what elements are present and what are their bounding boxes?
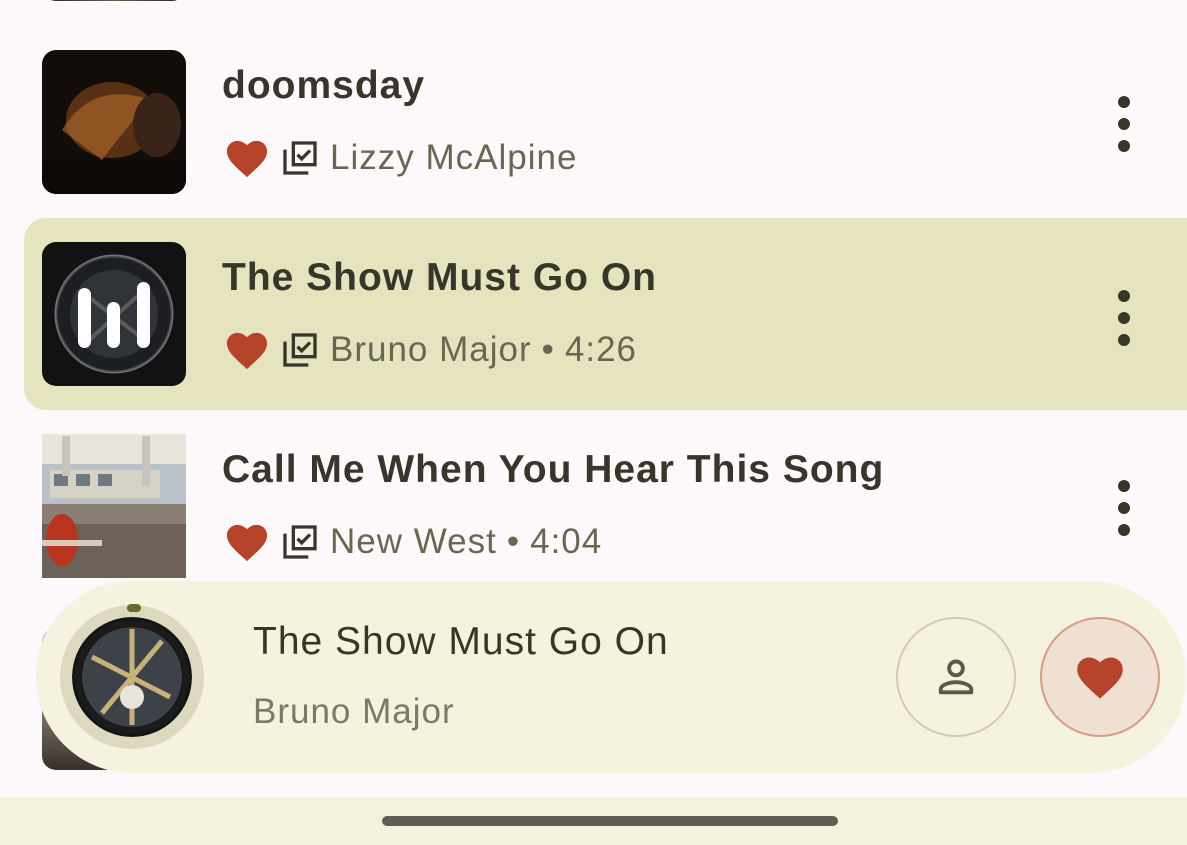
now-playing-album-art[interactable] bbox=[72, 617, 192, 737]
album-art bbox=[42, 434, 186, 578]
song-meta: Bruno Major • 4:26 bbox=[224, 328, 637, 372]
dot bbox=[1118, 118, 1130, 130]
now-playing-artist: Bruno Major bbox=[253, 692, 455, 731]
dot bbox=[1118, 140, 1130, 152]
song-title: doomsday bbox=[222, 64, 426, 107]
more-options-button[interactable] bbox=[1104, 290, 1144, 346]
dot bbox=[1118, 290, 1130, 302]
more-options-button[interactable] bbox=[1104, 96, 1144, 152]
favorite-button[interactable] bbox=[1040, 617, 1160, 737]
heart-icon bbox=[226, 140, 268, 178]
gesture-handle[interactable] bbox=[382, 816, 838, 826]
dot bbox=[1118, 480, 1130, 492]
song-meta: Lizzy McAlpine bbox=[224, 136, 577, 180]
song-artist: Bruno Major bbox=[330, 330, 532, 369]
song-meta: New West • 4:04 bbox=[224, 520, 602, 564]
song-row-call-me-when-you-hear-this-song[interactable]: Call Me When You Hear This Song New West… bbox=[0, 384, 1187, 578]
downloaded-library-icon bbox=[283, 333, 317, 367]
dot bbox=[1118, 524, 1130, 536]
more-options-button[interactable] bbox=[1104, 480, 1144, 536]
song-duration: 4:04 bbox=[530, 522, 603, 561]
song-artist: New West bbox=[330, 522, 497, 561]
song-title: The Show Must Go On bbox=[222, 256, 657, 299]
song-duration: 4:26 bbox=[564, 330, 638, 369]
dot bbox=[1118, 502, 1130, 514]
heart-icon bbox=[1077, 657, 1123, 699]
meta-separator: • bbox=[506, 522, 521, 561]
artist-button[interactable] bbox=[896, 617, 1016, 737]
song-row-doomsday[interactable]: doomsday Lizzy McAlpine bbox=[0, 0, 1187, 194]
person-icon bbox=[938, 659, 974, 695]
downloaded-library-icon bbox=[283, 525, 317, 559]
downloaded-library-icon bbox=[283, 141, 317, 175]
dot bbox=[1118, 312, 1130, 324]
now-playing-title: The Show Must Go On bbox=[253, 620, 669, 663]
album-art-playing bbox=[42, 242, 186, 386]
heart-icon bbox=[226, 332, 268, 370]
progress-indicator bbox=[127, 604, 141, 612]
dot bbox=[1118, 96, 1130, 108]
album-art bbox=[42, 50, 186, 194]
equalizer-playing-icon bbox=[78, 282, 150, 348]
meta-separator: • bbox=[541, 330, 555, 369]
song-row-the-show-must-go-on[interactable]: The Show Must Go On Bruno Major • 4:26 bbox=[24, 218, 1187, 410]
song-artist: Lizzy McAlpine bbox=[330, 138, 578, 177]
heart-icon bbox=[226, 524, 268, 562]
song-title: Call Me When You Hear This Song bbox=[222, 448, 885, 491]
dot bbox=[1118, 334, 1130, 346]
